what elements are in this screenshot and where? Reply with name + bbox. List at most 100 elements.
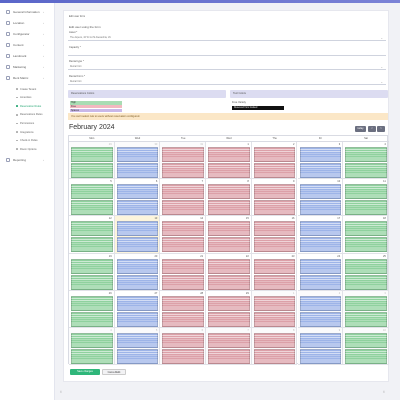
reservation-event[interactable] xyxy=(71,237,113,253)
reservation-event[interactable] xyxy=(162,221,205,237)
reservation-event[interactable] xyxy=(116,333,159,348)
reservation-event[interactable] xyxy=(208,349,250,364)
reservation-event[interactable] xyxy=(253,333,296,348)
calendar-day[interactable]: 31 xyxy=(160,142,207,180)
cancel-button[interactable]: Cancel/Edit xyxy=(102,369,126,375)
reservation-event[interactable] xyxy=(162,258,205,274)
reservation-event[interactable] xyxy=(299,237,342,253)
calendar-day[interactable]: 2 xyxy=(251,142,298,180)
reservation-event[interactable] xyxy=(253,295,296,311)
calendar-day[interactable]: 14 xyxy=(160,216,207,254)
reservation-event[interactable] xyxy=(208,147,250,162)
reservation-event[interactable] xyxy=(299,200,342,216)
reservation-event[interactable] xyxy=(345,237,387,253)
reservation-event[interactable] xyxy=(299,333,342,348)
reservation-event[interactable] xyxy=(71,333,113,348)
reservation-event[interactable] xyxy=(162,237,205,253)
next-month-button[interactable]: > xyxy=(377,126,385,132)
reservation-event[interactable] xyxy=(71,147,113,162)
reservation-event[interactable] xyxy=(208,295,250,311)
calendar-day[interactable]: 8 xyxy=(251,328,298,366)
sidebar-item-reporting[interactable]: Reporting › xyxy=(0,155,55,165)
reservation-event[interactable] xyxy=(162,333,205,348)
reservation-event[interactable] xyxy=(71,258,113,274)
reservation-event[interactable] xyxy=(162,311,205,327)
reservation-event[interactable] xyxy=(71,200,113,216)
reservation-event[interactable] xyxy=(162,147,205,162)
calendar-day[interactable]: 10 xyxy=(343,328,389,366)
calendar-day[interactable]: 3 xyxy=(343,290,389,328)
reservation-event[interactable] xyxy=(71,163,113,178)
calendar-day[interactable]: 28 xyxy=(160,290,207,328)
reservation-event[interactable] xyxy=(208,258,250,274)
reservation-event[interactable] xyxy=(208,274,250,290)
sidebar-item[interactable]: Content › xyxy=(0,40,55,50)
calendar-day[interactable]: 6 xyxy=(160,328,207,366)
capacity-field[interactable] xyxy=(68,51,386,56)
reservation-event[interactable] xyxy=(208,184,250,200)
calendar-day[interactable]: 4 xyxy=(343,142,389,180)
reservation-event[interactable] xyxy=(116,274,159,290)
reservation-event[interactable] xyxy=(299,311,342,327)
reservation-event[interactable] xyxy=(116,163,159,178)
calendar-day[interactable]: 23 xyxy=(251,253,298,291)
reservation-event[interactable] xyxy=(116,311,159,327)
reservation-event[interactable] xyxy=(116,147,159,162)
calendar-day[interactable]: 11 xyxy=(343,179,389,217)
calendar-day[interactable]: 25 xyxy=(343,253,389,291)
reservation-event[interactable] xyxy=(162,184,205,200)
sidebar-subitem[interactable]: Room Options xyxy=(0,144,55,154)
reservation-event[interactable] xyxy=(345,311,387,327)
reservation-event[interactable] xyxy=(162,349,205,364)
calendar-day-today[interactable]: 13 xyxy=(114,216,161,254)
reservation-event[interactable] xyxy=(253,349,296,364)
reservation-event[interactable] xyxy=(208,200,250,216)
reservation-event[interactable] xyxy=(253,163,296,178)
calendar-day[interactable]: 6 xyxy=(114,179,161,217)
calendar-day[interactable]: 27 xyxy=(114,290,161,328)
calendar-day[interactable]: 30 xyxy=(114,142,161,180)
reservation-event[interactable] xyxy=(299,221,342,237)
calendar-day[interactable]: 16 xyxy=(251,216,298,254)
reservation-event[interactable] xyxy=(71,349,113,364)
reservation-event[interactable] xyxy=(299,274,342,290)
calendar-day[interactable]: 19 xyxy=(69,253,115,291)
rental-type-select[interactable]: Rental Unit ⌄ xyxy=(68,65,386,70)
reservation-event[interactable] xyxy=(208,311,250,327)
reservation-event[interactable] xyxy=(345,274,387,290)
reservation-event[interactable] xyxy=(71,295,113,311)
calendar-day[interactable]: 8 xyxy=(206,179,252,217)
reservation-event[interactable] xyxy=(345,295,387,311)
sidebar-item[interactable]: Location › xyxy=(0,18,55,28)
calendar-day[interactable]: 22 xyxy=(206,253,252,291)
reservation-event[interactable] xyxy=(345,333,387,348)
reservation-event[interactable] xyxy=(253,258,296,274)
calendar-day[interactable]: 5 xyxy=(69,179,115,217)
calendar-day[interactable]: 9 xyxy=(251,179,298,217)
reservation-event[interactable] xyxy=(162,163,205,178)
calendar-day[interactable]: 2 xyxy=(297,290,344,328)
reservation-event[interactable] xyxy=(116,295,159,311)
reservation-event[interactable] xyxy=(345,147,387,162)
reservation-event[interactable] xyxy=(253,237,296,253)
save-button[interactable]: Save changes xyxy=(70,369,100,375)
reservation-event[interactable] xyxy=(299,258,342,274)
reservation-event[interactable] xyxy=(299,147,342,162)
calendar-day[interactable]: 24 xyxy=(297,253,344,291)
calendar-day[interactable]: 20 xyxy=(114,253,161,291)
reservation-event[interactable] xyxy=(71,184,113,200)
reservation-event[interactable] xyxy=(116,237,159,253)
reservation-event[interactable] xyxy=(116,221,159,237)
reservation-event[interactable] xyxy=(299,163,342,178)
rental-form-select[interactable]: Rental Unit ⌄ xyxy=(68,80,386,85)
reservation-event[interactable] xyxy=(345,200,387,216)
calendar-day[interactable]: 4 xyxy=(69,328,115,366)
reservation-event[interactable] xyxy=(299,184,342,200)
sidebar-item[interactable]: Rent Matrix › xyxy=(0,73,55,83)
calendar-day[interactable]: 17 xyxy=(297,216,344,254)
reservation-event[interactable] xyxy=(162,274,205,290)
reservation-event[interactable] xyxy=(162,295,205,311)
prev-month-button[interactable]: < xyxy=(368,126,376,132)
reservation-event[interactable] xyxy=(208,163,250,178)
reservation-event[interactable] xyxy=(253,200,296,216)
